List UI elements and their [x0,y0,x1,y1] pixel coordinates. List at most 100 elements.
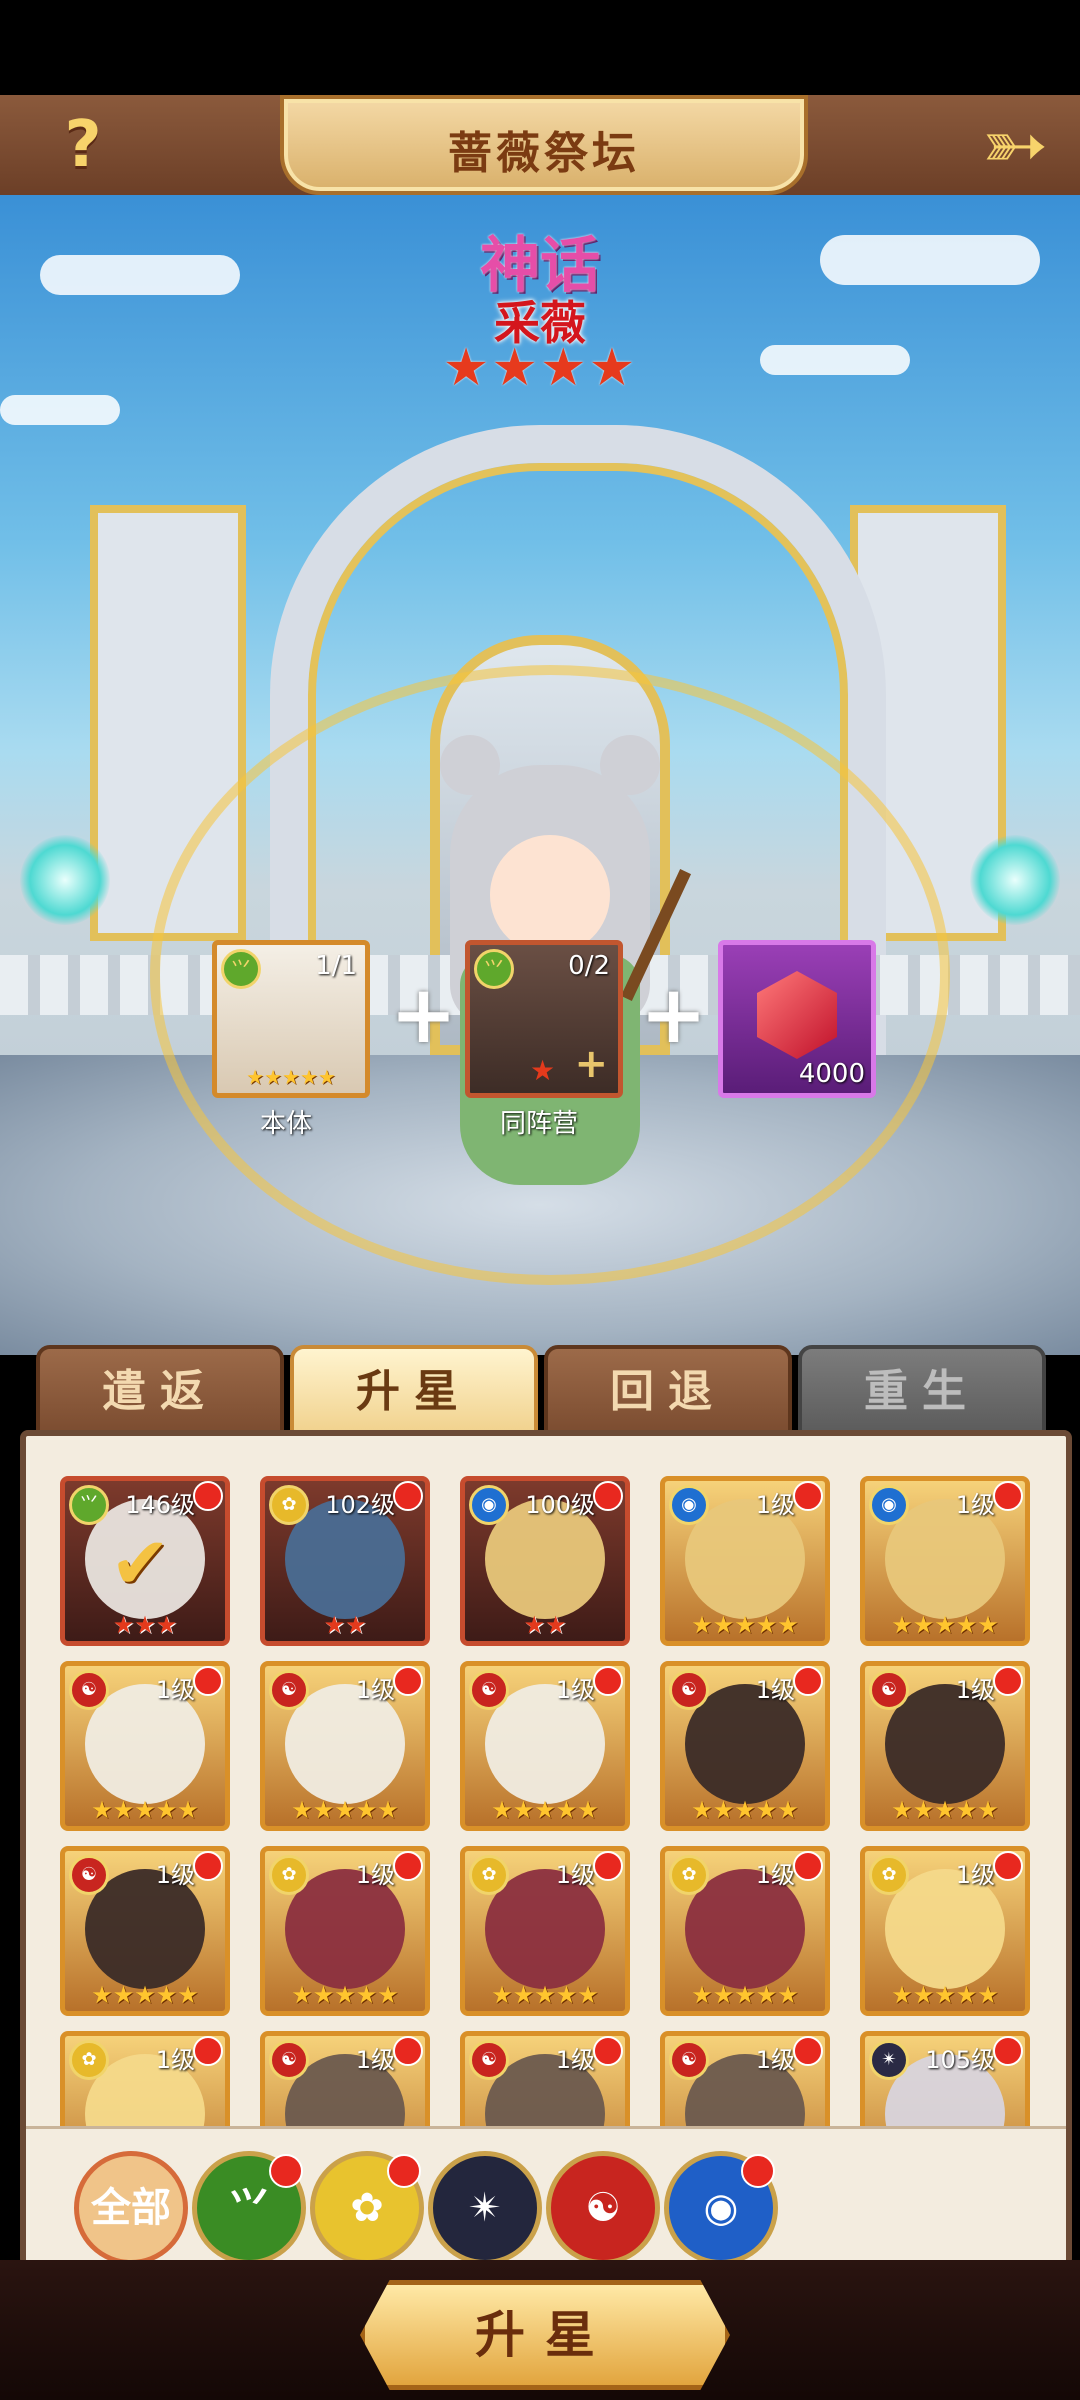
hero-card[interactable]: ◉ 1级 ★★★★★ [660,1476,830,1646]
hero-level: 1级 [955,1491,995,1519]
notification-dot [393,1851,423,1881]
light-faction-icon: ✿ [269,1855,309,1895]
hero-stars: ★★★★★ [91,1981,199,2009]
material-camp-slot[interactable]: ⺍ 0/2 ★ + [465,940,623,1098]
material-count: 1/1 [315,951,357,981]
notification-dot [793,2036,823,2066]
hero-card[interactable]: ⺍ 146级 ★★★ ✔ [60,1476,230,1646]
altar-scene: 神话 采薇 ★★★★ [0,195,1080,1355]
light-faction-icon: ✿ [269,1485,309,1525]
notification-dot [993,1481,1023,1511]
hero-level: 1级 [555,1861,595,1889]
hero-stars: ★★★★ [442,338,638,398]
hero-stars: ★★★★★ [291,1796,399,1824]
selected-check-icon: ✔ [110,1521,171,1605]
filter-dark-icon[interactable]: ✴ [428,2151,542,2261]
hero-stars: ★★★★★ [891,1981,999,2009]
hero-level: 1级 [155,2046,195,2074]
material-count: 0/2 [568,951,610,981]
notification-dot [993,1666,1023,1696]
status-bar [0,0,1080,95]
wood-faction-icon: ⺍ [221,949,261,989]
hero-stars: ★★ [323,1611,367,1639]
hero-card[interactable]: ✿ 1级 ★★★★★ [260,1846,430,2016]
hero-card[interactable]: ☯ 1级 ★★★★★ [60,1661,230,1831]
fire-faction-icon: ☯ [669,2040,709,2080]
hero-card[interactable]: ✿ 1级 ★★★★★ [860,1846,1030,2016]
help-button[interactable]: ? [48,110,118,180]
hero-level: 1级 [555,1676,595,1704]
hero-card[interactable]: ☯ 1级 ★★★★★ [60,1846,230,2016]
material-star: ★ [530,1054,556,1087]
hero-card[interactable]: ✿ 1级 ★★★★★ [460,1846,630,2016]
material-camp-label: 同阵营 [499,1109,578,1139]
hero-list-panel: ⺍ 146级 ★★★ ✔ ✿ 102级 ★★ ◉ 100级 ★★ ◉ 1级 ★★★★★ ◉ 1级 ★★★★★ ☯… [20,1430,1072,2267]
wood-faction-icon: ⺍ [69,1485,109,1525]
title-plate: 蔷薇祭坛 [280,95,808,195]
fire-faction-icon: ☯ [69,1855,109,1895]
notification-dot [593,2036,623,2066]
hero-card[interactable]: ◉ 100级 ★★ [460,1476,630,1646]
hero-card[interactable]: ✿ 1级 ★★★★★ [660,1846,830,2016]
water-faction-icon: ◉ [869,1485,909,1525]
notification-dot [393,1666,423,1696]
hero-card[interactable]: ☯ 1级 ★★★★★ [660,1661,830,1831]
star-up-button[interactable]: 升星 [360,2280,730,2390]
notification-dot [393,1481,423,1511]
notification-dot [193,1481,223,1511]
light-faction-icon: ✿ [869,1855,909,1895]
filter-water-icon[interactable]: ◉ [664,2151,778,2261]
notification-dot [993,1851,1023,1881]
hero-level: 1级 [155,1676,195,1704]
hero-face [490,835,610,955]
wood-faction-icon: ⺍ [474,949,514,989]
hero-card[interactable]: ☯ 1级 ★★★★★ [260,1661,430,1831]
hero-level: 146级 [125,1491,195,1519]
light-faction-icon: ✿ [669,1855,709,1895]
notification-dot [193,1851,223,1881]
dark-faction-icon: ✴ [869,2040,909,2080]
hero-stars: ★★★ [112,1611,178,1639]
filter-wood-icon[interactable]: ⺍ [192,2151,306,2261]
hero-level: 1级 [155,1861,195,1889]
notification-dot [593,1851,623,1881]
hero-card[interactable]: ☯ 1级 ★★★★★ [460,1661,630,1831]
hero-level: 1级 [955,1861,995,1889]
hero-level: 1级 [355,2046,395,2074]
plus-icon: + [640,968,708,1061]
notification-dot [793,1851,823,1881]
gem-count: 4000 [798,1059,865,1089]
back-arrow-icon[interactable]: ➳ [970,105,1060,185]
notification-dot [793,1666,823,1696]
material-gem-slot[interactable]: 4000 [718,940,876,1098]
light-faction-icon: ✿ [469,1855,509,1895]
bottom-bar: 升星 [0,2260,1080,2400]
filter-fire-icon[interactable]: ☯ [546,2151,660,2261]
notification-dot [193,1666,223,1696]
hero-card[interactable]: ☯ 1级 ★★★★★ [860,1661,1030,1831]
hero-level: 100级 [525,1491,595,1519]
hero-level: 105级 [925,2046,995,2074]
filter-light-icon[interactable]: ✿ [310,2151,424,2261]
light-faction-icon: ✿ [69,2040,109,2080]
hero-grid: ⺍ 146级 ★★★ ✔ ✿ 102级 ★★ ◉ 100级 ★★ ◉ 1级 ★★★★★ ◉ 1级 ★★★★★ ☯… [60,1476,1040,2146]
fire-faction-icon: ☯ [869,1670,909,1710]
hero-level: 1级 [355,1861,395,1889]
fire-faction-icon: ☯ [69,1670,109,1710]
water-faction-icon: ◉ [669,1485,709,1525]
hero-level: 1级 [755,1861,795,1889]
tab-dismiss[interactable]: 遣返 [36,1345,284,1441]
hero-card[interactable]: ✿ 102级 ★★ [260,1476,430,1646]
tab-revert[interactable]: 回退 [544,1345,792,1441]
hero-level: 1级 [755,2046,795,2074]
hero-level: 1级 [955,1676,995,1704]
tab-star-up[interactable]: 升星 [290,1345,538,1441]
hero-stars: ★★★★★ [291,1981,399,2009]
notification-dot [993,2036,1023,2066]
hero-stars: ★★★★★ [691,1611,799,1639]
tab-rebirth[interactable]: 重生 [798,1345,1046,1441]
filter-all[interactable]: 全部 [74,2151,188,2261]
hero-stars: ★★★★★ [491,1796,599,1824]
material-self-slot[interactable]: ⺍ 1/1 ★★★★★ [212,940,370,1098]
hero-card[interactable]: ◉ 1级 ★★★★★ [860,1476,1030,1646]
